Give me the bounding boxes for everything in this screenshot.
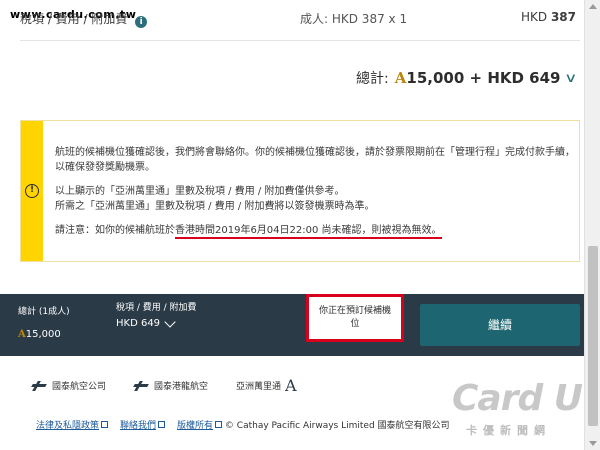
notice-deadline: 請注意：如你的候補航班於香港時間2019年6月04日22:00 尚未確認，則被視…	[55, 223, 575, 239]
fare-label-text: 稅項 / 費用 / 附加費	[20, 12, 128, 26]
footer-links: 法律及私隱政策 聯絡我們 版權所有 © Cathay Pacific Airwa…	[36, 418, 450, 431]
copyright: 版權所有 © Cathay Pacific Airways Limited 國泰…	[177, 418, 450, 431]
cardu-watermark: Card U 卡優新聞網	[452, 378, 583, 438]
waitlist-notice: ! 航班的候補機位獲確認後，我們將會聯絡你。你的候補機位獲確認後，請於發票限期前…	[20, 120, 580, 262]
asiamiles-logo-text: 亞洲萬里通	[236, 382, 282, 392]
partner-logos: 國泰航空公司 國泰港龍航空 亞洲萬里通 A	[32, 376, 325, 395]
cathay-logo: 國泰航空公司	[32, 379, 106, 392]
bar-tax[interactable]: 稅項 / 費用 / 附加費 HKD 649	[116, 302, 206, 330]
external-link-icon	[215, 421, 223, 428]
total-miles: 15,000	[406, 69, 465, 87]
alert-icon: !	[25, 184, 39, 198]
notice-paragraph: 航班的候補機位獲確認後，我們將會聯絡你。你的候補機位獲確認後，請於發票限期前在「…	[55, 147, 575, 173]
bar-tax-value: HKD 649	[116, 316, 206, 330]
notice-deadline-prefix: 請注意：如你的候補航班於	[55, 225, 175, 236]
notice-line: 以上顯示的「亞洲萬里通」里數及稅項 / 費用 / 附加費僅供參考。	[55, 186, 345, 197]
external-link-icon	[101, 421, 109, 428]
cathay-logo-text: 國泰航空公司	[52, 382, 107, 392]
bar-total: 總計 (1成人) A15,000	[18, 304, 70, 340]
scroll-down-icon[interactable]	[589, 441, 597, 446]
privacy-link-text: 法律及私隱政策	[36, 421, 100, 431]
brushwing-icon	[134, 381, 150, 391]
asia-miles-icon: A	[285, 376, 297, 395]
contact-link-text: 聯絡我們	[120, 421, 157, 431]
chevron-down-icon[interactable]: ∨	[565, 71, 578, 86]
bar-total-label: 總計 (1成人)	[18, 307, 70, 317]
notice-accent-bar: !	[21, 121, 43, 261]
cardu-logo-text: Card U	[452, 378, 583, 419]
dragon-logo-text: 國泰港龍航空	[154, 382, 209, 392]
dragon-logo: 國泰港龍航空	[134, 379, 208, 392]
bar-total-value: A15,000	[18, 329, 70, 340]
total-amount: A15,000 + HKD 649	[395, 69, 561, 87]
total-plus-amount: + HKD 649	[469, 69, 561, 87]
fare-amount-value: 387	[550, 10, 576, 24]
asiamiles-logo: 亞洲萬里通 A	[236, 376, 297, 395]
fare-amount: HKD 387	[521, 10, 576, 24]
divider	[20, 40, 580, 41]
fare-row: 稅項 / 費用 / 附加費 i 成人: HKD 387 x 1 HKD 387	[0, 6, 584, 28]
copyright-link[interactable]: 版權所有	[177, 421, 213, 431]
waitlist-booking-note: 你正在預訂候補機位	[306, 294, 404, 342]
notice-body: 航班的候補機位獲確認後，我們將會聯絡你。你的候補機位獲確認後，請於發票限期前在「…	[55, 145, 575, 247]
fare-currency: HKD	[520, 10, 548, 24]
bar-total-miles: 15,000	[25, 329, 61, 340]
total-summary[interactable]: 總計: A15,000 + HKD 649 ∨	[356, 68, 578, 88]
external-link-icon	[158, 421, 166, 428]
continue-button[interactable]: 繼續	[420, 304, 580, 346]
fare-label: 稅項 / 費用 / 附加費 i	[20, 10, 148, 28]
asia-miles-icon: A	[394, 69, 407, 87]
privacy-link[interactable]: 法律及私隱政策	[36, 418, 109, 431]
notice-line: 所需之「亞洲萬里通」里數及稅項 / 費用 / 附加費將以簽發機票時為準。	[55, 201, 375, 212]
chevron-down-icon[interactable]	[164, 316, 176, 328]
asia-miles-icon: A	[18, 329, 26, 340]
info-icon[interactable]: i	[135, 16, 148, 28]
page-scrollbar[interactable]	[584, 0, 600, 450]
scroll-up-icon[interactable]	[589, 4, 597, 9]
scrollbar-thumb[interactable]	[588, 246, 598, 426]
booking-summary-page: www.cardu.com.tw 稅項 / 費用 / 附加費 i 成人: HKD…	[0, 0, 584, 450]
bottom-summary-bar: 總計 (1成人) A15,000 稅項 / 費用 / 附加費 HKD 649 你…	[0, 294, 584, 356]
notice-paragraph: 以上顯示的「亞洲萬里通」里數及稅項 / 費用 / 附加費僅供參考。 所需之「亞洲…	[55, 184, 575, 214]
notice-deadline-highlight: 香港時間2019年6月04日22:00 尚未確認，則被視為無效。	[175, 225, 442, 239]
bar-tax-label: 稅項 / 費用 / 附加費	[116, 303, 197, 313]
fare-adult-price: 成人: HKD 387 x 1	[300, 12, 408, 26]
total-label: 總計:	[356, 71, 389, 87]
bar-tax-amount: HKD 649	[116, 318, 161, 329]
contact-link[interactable]: 聯絡我們	[120, 418, 166, 431]
cardu-subtitle: 卡優新聞網	[466, 424, 551, 437]
brushwing-icon	[32, 381, 48, 391]
copyright-text: © Cathay Pacific Airways Limited 國泰航空有限公…	[224, 421, 450, 431]
